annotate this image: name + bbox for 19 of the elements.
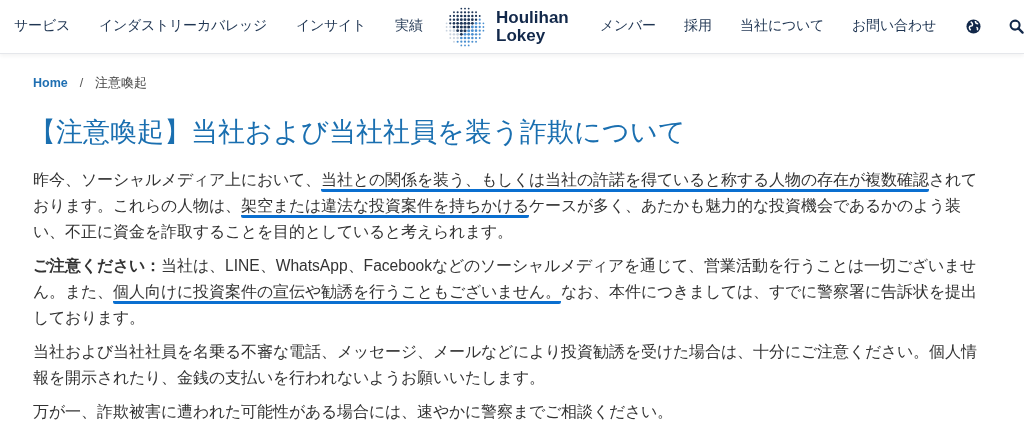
- body-paragraph: ご注意ください：当社は、LINE、WhatsApp、Facebookなどのソーシャルメディアを通じて、営業活動を行うことは一切ございません。また、個人向けに投資案件の宣伝や勧誘を行うこともございません。なお、本件につきましては、すでに警察署に告訴状を提出しております。: [33, 255, 978, 328]
- breadcrumb-current: 注意喚起: [95, 75, 148, 92]
- breadcrumb-link[interactable]: Home: [33, 74, 68, 93]
- body-paragraph: 万が一、詐欺被害に遭われた可能性がある場合には、速やかに警察までご相談ください。: [33, 401, 674, 422]
- body-paragraph: 当社および当社社員を名乗る不審な電話、メッセージ、メールなどにより投資勧誘を受けた場合は、十分にご注意ください。個人情報を開示されたり、金銭の支払いを行われないようお願いいたします。: [33, 341, 978, 388]
- nav-link[interactable]: インダストリーカバレッジ: [99, 16, 267, 37]
- company-logo-text[interactable]: Houlihan Lokey: [496, 8, 569, 45]
- body-paragraph: 昨今、ソーシャルメディア上において、当社との関係を装う、もしくは当社の許諾を得ていると称する人物の存在が複数確認されております。これらの人物は、架空または違法な投資案件を持ちかけるケースが多く、あたかも魅力的な投資機会であるかのよう装い、不正に資金を詐取することを目的としていると考えられます。: [33, 169, 978, 242]
- nav-link[interactable]: サービス: [14, 16, 70, 37]
- nav-link[interactable]: 実績: [395, 16, 423, 37]
- nav-link[interactable]: お問い合わせ: [852, 16, 936, 37]
- globe-icon[interactable]: [966, 19, 981, 34]
- nav-link[interactable]: 採用: [684, 16, 712, 37]
- search-icon[interactable]: [1009, 19, 1024, 34]
- nav-link[interactable]: インサイト: [296, 16, 366, 37]
- page-title: 【注意喚起】当社および当社社員を装う詐欺について: [29, 115, 687, 149]
- nav-link[interactable]: 当社について: [740, 16, 824, 37]
- breadcrumb-separator: /: [79, 75, 84, 92]
- nav-link[interactable]: メンバー: [600, 16, 656, 37]
